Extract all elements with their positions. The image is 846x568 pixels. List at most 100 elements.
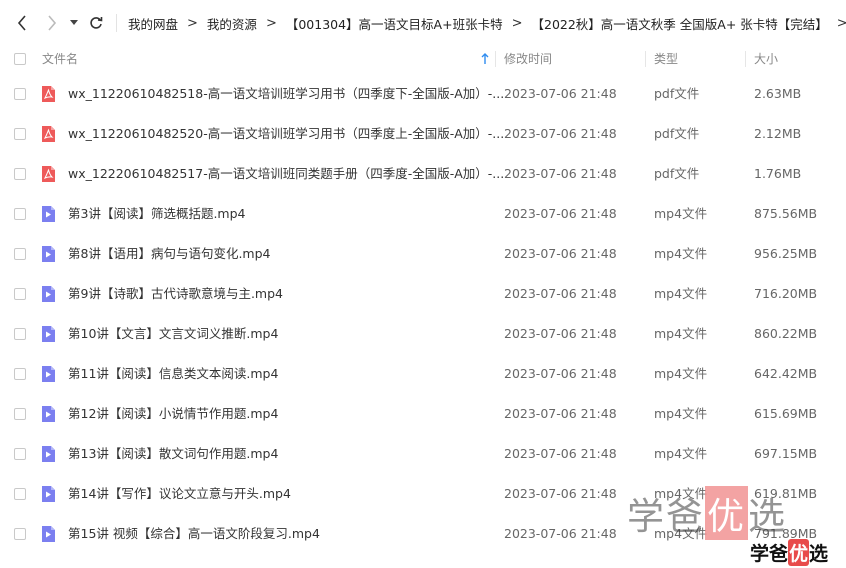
file-row[interactable]: 第9讲【诗歌】古代诗歌意境与主.mp4 2023-07-06 21:48 mp4文件…	[0, 274, 846, 314]
file-type: mp4文件	[654, 406, 708, 421]
pdf-icon	[42, 166, 55, 182]
video-icon	[42, 286, 55, 302]
file-name[interactable]: 第11讲【阅读】信息类文本阅读.mp4	[68, 354, 278, 394]
file-row[interactable]: 第11讲【阅读】信息类文本阅读.mp4 2023-07-06 21:48 mp4文件…	[0, 354, 846, 394]
breadcrumb-separator: >	[187, 15, 198, 31]
file-name[interactable]: 第12讲【阅读】小说情节作用题.mp4	[68, 394, 278, 434]
toolbar-divider	[116, 14, 117, 32]
file-list-header: 文件名 修改时间 类型 大小	[0, 46, 846, 72]
file-name[interactable]: 第9讲【诗歌】古代诗歌意境与主.mp4	[68, 274, 283, 314]
file-size: 697.15MB	[754, 446, 818, 461]
breadcrumb-item-my-disk[interactable]: 我的网盘	[128, 14, 178, 33]
row-checkbox[interactable]	[14, 528, 26, 540]
file-name[interactable]: 第14讲【写作】议论文立意与开头.mp4	[68, 474, 291, 514]
file-row[interactable]: 第8讲【语用】病句与语句变化.mp4 2023-07-06 21:48 mp4文件 9…	[0, 234, 846, 274]
file-name[interactable]: 第13讲【阅读】散文词句作用题.mp4	[68, 434, 278, 474]
select-all-checkbox[interactable]	[14, 53, 26, 65]
refresh-button[interactable]	[86, 12, 106, 34]
file-size: 2.63MB	[754, 86, 802, 101]
video-icon	[42, 246, 55, 262]
logo-char: 爸	[769, 543, 789, 565]
file-modified-time: 2023-07-06 21:48	[504, 366, 617, 381]
file-type: pdf文件	[654, 166, 700, 181]
file-row[interactable]: 第12讲【阅读】小说情节作用题.mp4 2023-07-06 21:48 mp4文件…	[0, 394, 846, 434]
breadcrumb-item-my-resources[interactable]: 我的资源	[207, 14, 257, 33]
row-checkbox[interactable]	[14, 128, 26, 140]
file-modified-time: 2023-07-06 21:48	[504, 486, 617, 501]
watermark-char: 学	[627, 495, 666, 538]
video-icon	[42, 446, 55, 462]
watermark-char: 优	[705, 486, 748, 540]
navigation-bar: 我的网盘 > 我的资源 > 【001304】高一语文目标A+班张卡特 > 【20…	[0, 0, 846, 46]
column-header-type[interactable]: 类型	[654, 46, 678, 72]
file-modified-time: 2023-07-06 21:48	[504, 126, 617, 141]
file-row[interactable]: wx_12220610482517-高一语文培训班同类题手册（四季度-全国版-A…	[0, 154, 846, 194]
file-name[interactable]: 第10讲【文言】文言文词义推断.mp4	[68, 314, 278, 354]
column-divider[interactable]	[745, 51, 746, 67]
row-checkbox[interactable]	[14, 248, 26, 260]
row-checkbox[interactable]	[14, 88, 26, 100]
file-size: 2.12MB	[754, 126, 802, 141]
chevron-right-icon	[48, 15, 57, 31]
file-type: mp4文件	[654, 366, 708, 381]
file-type: pdf文件	[654, 126, 700, 141]
file-type: mp4文件	[654, 446, 708, 461]
column-divider[interactable]	[495, 51, 496, 67]
file-name[interactable]: wx_12220610482517-高一语文培训班同类题手册（四季度-全国版-A…	[68, 154, 504, 194]
file-size: 875.56MB	[754, 206, 818, 221]
corner-logo: 学爸优选	[750, 539, 828, 566]
file-row[interactable]: 第13讲【阅读】散文词句作用题.mp4 2023-07-06 21:48 mp4文件…	[0, 434, 846, 474]
logo-char: 选	[809, 543, 829, 565]
file-modified-time: 2023-07-06 21:48	[504, 86, 617, 101]
video-icon	[42, 206, 55, 222]
breadcrumb-item-current-folder[interactable]: 【2022秋】高一语文秋季 全国版A+ 张卡特【完结】	[532, 14, 828, 33]
video-icon	[42, 326, 55, 342]
row-checkbox[interactable]	[14, 208, 26, 220]
refresh-icon	[90, 17, 103, 29]
file-size: 642.42MB	[754, 366, 818, 381]
file-type: pdf文件	[654, 86, 700, 101]
file-modified-time: 2023-07-06 21:48	[504, 526, 617, 541]
file-modified-time: 2023-07-06 21:48	[504, 206, 617, 221]
video-icon	[42, 366, 55, 382]
file-size: 716.20MB	[754, 286, 818, 301]
file-name[interactable]: wx_11220610482520-高一语文培训班学习用书（四季度上-全国版-A…	[68, 114, 504, 154]
column-header-name[interactable]: 文件名	[42, 46, 78, 72]
row-checkbox[interactable]	[14, 488, 26, 500]
file-row[interactable]: 第3讲【阅读】筛选概括题.mp4 2023-07-06 21:48 mp4文件 875…	[0, 194, 846, 234]
back-button[interactable]	[12, 12, 32, 34]
forward-button[interactable]	[42, 12, 62, 34]
breadcrumb-separator: >	[265, 15, 277, 31]
row-checkbox[interactable]	[14, 368, 26, 380]
column-header-size[interactable]: 大小	[754, 46, 778, 72]
file-modified-time: 2023-07-06 21:48	[504, 446, 617, 461]
file-size: 956.25MB	[754, 246, 818, 261]
file-row[interactable]: 第10讲【文言】文言文词义推断.mp4 2023-07-06 21:48 mp4文件…	[0, 314, 846, 354]
file-name[interactable]: 第3讲【阅读】筛选概括题.mp4	[68, 194, 246, 234]
file-row[interactable]: wx_11220610482518-高一语文培训班学习用书（四季度下-全国版-A…	[0, 74, 846, 114]
column-divider[interactable]	[645, 51, 646, 67]
sort-ascending-icon[interactable]	[481, 53, 489, 65]
file-size: 1.76MB	[754, 166, 802, 181]
file-type: mp4文件	[654, 286, 708, 301]
watermark-char: 爸	[666, 495, 705, 538]
video-icon	[42, 526, 55, 542]
row-checkbox[interactable]	[14, 328, 26, 340]
breadcrumb-item-course-folder[interactable]: 【001304】高一语文目标A+班张卡特	[286, 14, 503, 33]
file-row[interactable]: wx_11220610482520-高一语文培训班学习用书（四季度上-全国版-A…	[0, 114, 846, 154]
file-name[interactable]: 第8讲【语用】病句与语句变化.mp4	[68, 234, 271, 274]
history-dropdown-button[interactable]	[66, 12, 82, 34]
pdf-icon	[42, 126, 55, 142]
file-type: mp4文件	[654, 206, 708, 221]
file-size: 860.22MB	[754, 326, 818, 341]
file-name[interactable]: wx_11220610482518-高一语文培训班学习用书（四季度下-全国版-A…	[68, 74, 504, 114]
breadcrumb-separator: >	[511, 15, 523, 31]
file-name[interactable]: 第15讲 视频【综合】高一语文阶段复习.mp4	[68, 514, 320, 554]
row-checkbox[interactable]	[14, 288, 26, 300]
row-checkbox[interactable]	[14, 168, 26, 180]
row-checkbox[interactable]	[14, 408, 26, 420]
chevron-left-icon	[17, 15, 26, 31]
row-checkbox[interactable]	[14, 448, 26, 460]
column-header-modified[interactable]: 修改时间	[504, 46, 552, 72]
file-size: 615.69MB	[754, 406, 818, 421]
